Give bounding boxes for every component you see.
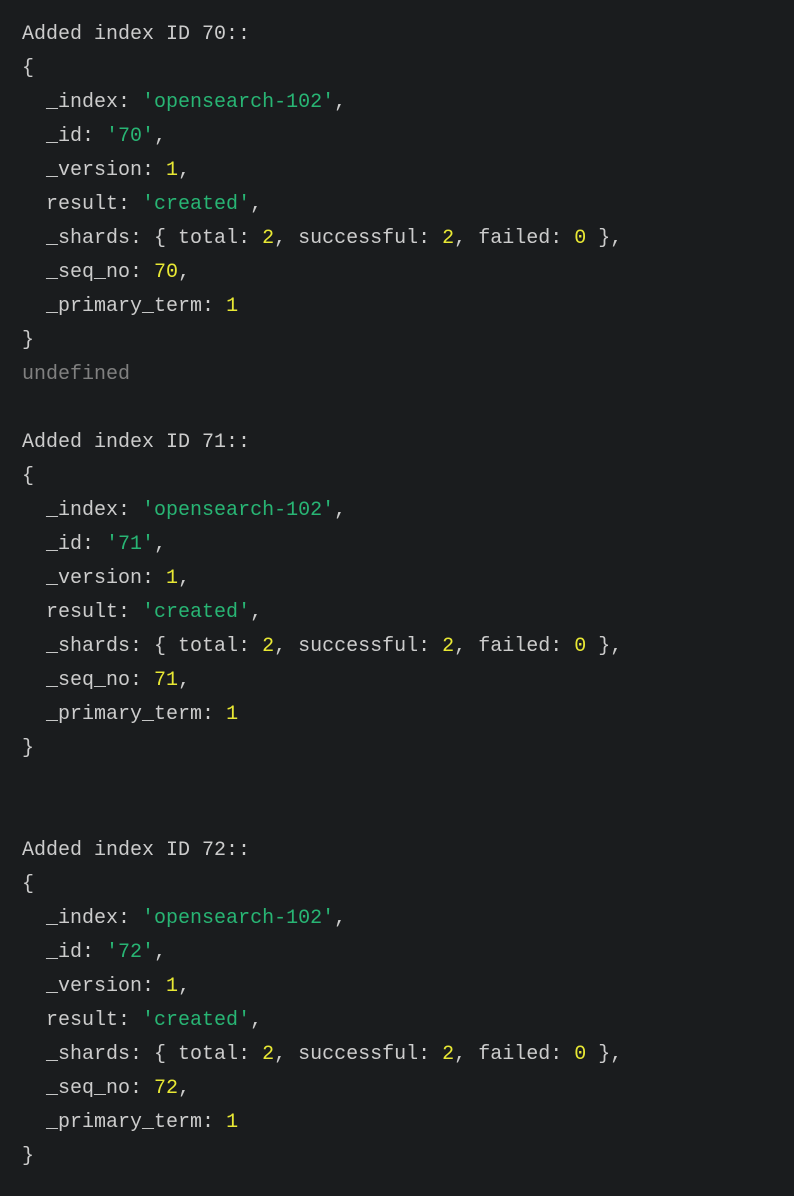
- log-entry: Added index ID 71:: { _index: 'opensearc…: [22, 431, 622, 760]
- log-entry: Added index ID 72:: { _index: 'opensearc…: [22, 839, 622, 1168]
- log-entry: Added index ID 70:: { _index: 'opensearc…: [22, 23, 622, 386]
- log-header: Added index ID 70::: [22, 23, 250, 46]
- log-header: Added index ID 71::: [22, 431, 250, 454]
- undefined-token: undefined: [22, 363, 130, 386]
- log-header: Added index ID 72::: [22, 839, 250, 862]
- console-output: Added index ID 70:: { _index: 'opensearc…: [0, 0, 794, 1192]
